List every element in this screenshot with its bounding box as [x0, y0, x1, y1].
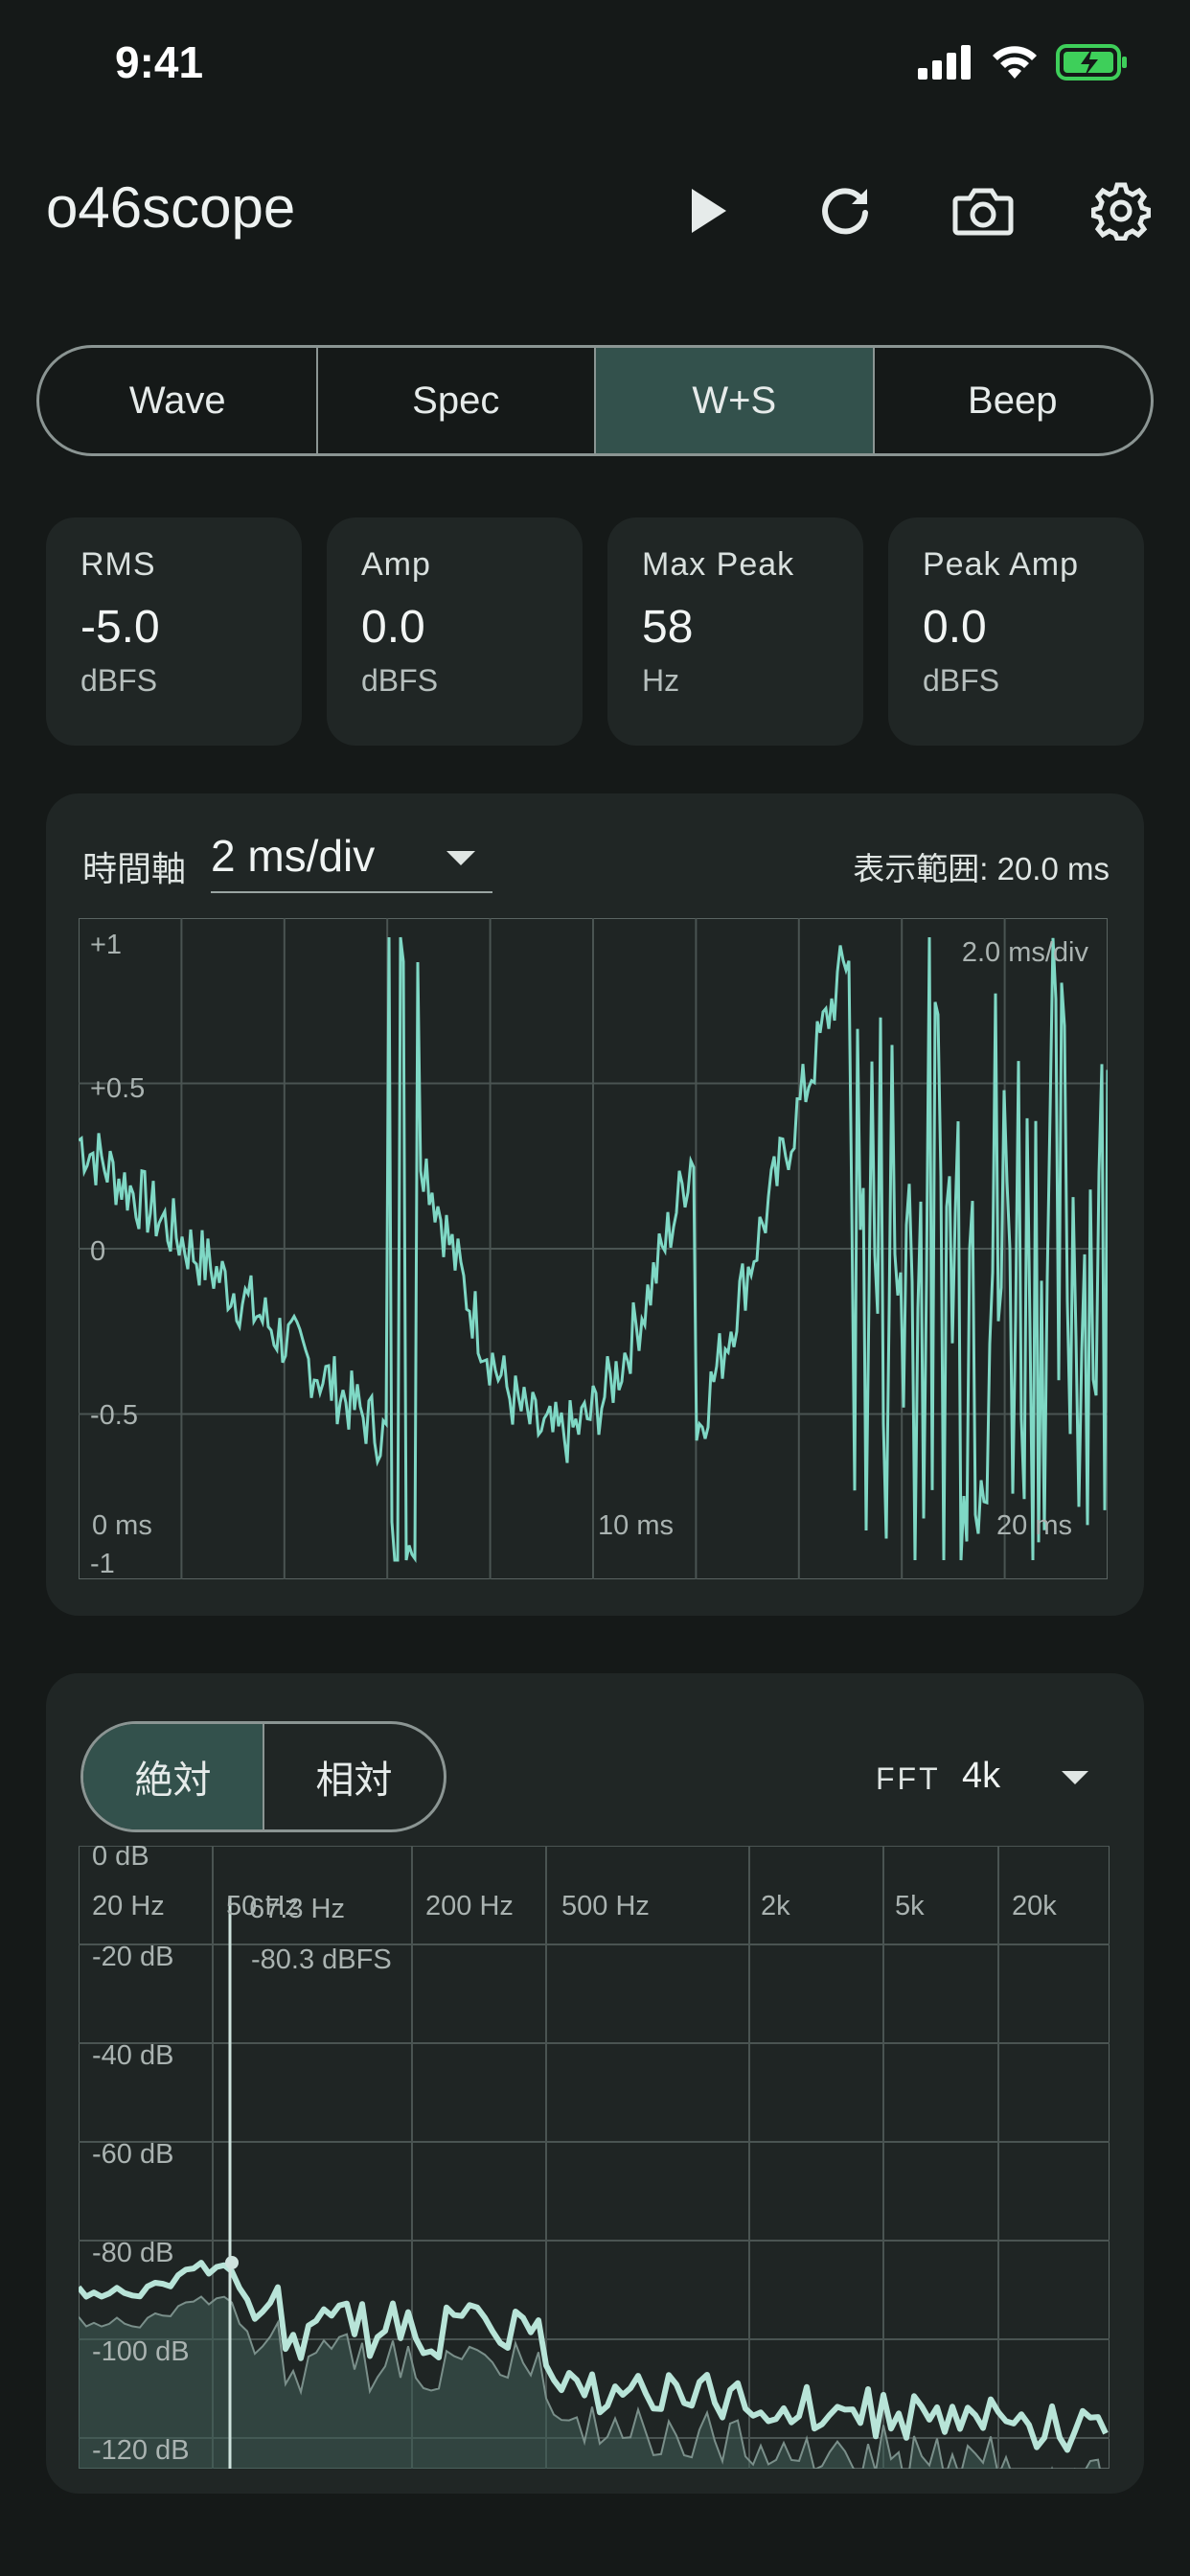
display-range-label: 表示範囲: 20.0 ms [853, 851, 1110, 886]
freq-tick-label: 200 Hz [425, 1891, 514, 1921]
freq-tick-label: 20 Hz [92, 1891, 165, 1921]
status-time: 9:41 [115, 37, 204, 87]
wifi-icon [993, 46, 1037, 79]
battery-charging-icon [1056, 44, 1127, 80]
y-tick-label: 0 [90, 1236, 105, 1267]
stat-label: Max Peak [642, 546, 795, 583]
fft-size-select[interactable]: FFT 4k [876, 1750, 1096, 1807]
stat-value: 58 [642, 602, 694, 653]
x-tick-label: 10 ms [598, 1510, 674, 1541]
cellular-signal-icon [918, 45, 971, 80]
mode-absolute[interactable]: 絶対 [83, 1724, 264, 1829]
db-tick-label: -100 dB [92, 2336, 190, 2367]
freq-tick-label: 20k [1012, 1891, 1057, 1921]
time-div-select[interactable]: 2 ms/div [211, 830, 492, 893]
waveform-card: 時間軸 2 ms/div 表示範囲: 20.0 ms +1 +0.5 0 -0.… [46, 794, 1144, 1616]
dropdown-arrow-icon [446, 851, 475, 865]
mode-relative[interactable]: 相対 [264, 1724, 444, 1829]
screenshot-button[interactable] [943, 171, 1023, 251]
settings-button[interactable] [1081, 171, 1161, 251]
play-button[interactable] [669, 171, 749, 251]
db-tick-label: -60 dB [92, 2139, 173, 2170]
stat-card-rms: RMS -5.0 dBFS [46, 518, 302, 746]
status-icons [918, 44, 1129, 80]
cursor-level-readout: -80.3 dBFS [251, 1944, 392, 1975]
cursor-marker [225, 2256, 239, 2269]
tab-wave-spec[interactable]: W+S [594, 348, 873, 453]
time-axis-label: 時間軸 [82, 849, 187, 888]
app-header: o46scope [0, 153, 1190, 268]
tab-wave[interactable]: Wave [39, 348, 316, 453]
play-icon [692, 189, 726, 233]
cursor-freq-readout: 67.3 Hz [249, 1894, 345, 1924]
view-mode-tabs: Wave Spec W+S Beep [36, 345, 1154, 456]
waveform-plot[interactable]: +1 +0.5 0 -0.5 -1 0 ms 10 ms 20 ms 2.0 m… [79, 918, 1108, 1579]
y-tick-label: +0.5 [90, 1073, 145, 1104]
stat-label: RMS [80, 546, 156, 583]
stat-unit: Hz [642, 663, 680, 698]
db-tick-label: 0 dB [92, 1846, 149, 1872]
app-title: o46scope [46, 175, 296, 240]
freq-tick-label: 5k [895, 1891, 925, 1921]
gear-icon [1091, 182, 1151, 241]
tab-spec[interactable]: Spec [315, 348, 595, 453]
div-label: 2.0 ms/div [962, 937, 1089, 968]
stat-value: 0.0 [923, 602, 987, 653]
stat-label: Amp [361, 546, 431, 583]
stats-row: RMS -5.0 dBFS Amp 0.0 dBFS Max Peak 58 H… [46, 518, 1144, 746]
spectrum-plot[interactable]: 0 dB -20 dB -40 dB -60 dB -80 dB -100 dB… [79, 1846, 1110, 2469]
db-tick-label: -80 dB [92, 2238, 173, 2268]
camera-icon [952, 188, 1014, 236]
stat-card-max-peak: Max Peak 58 Hz [607, 518, 863, 746]
spectrum-card: 絶対 相対 FFT 4k 0 dB -20 dB -40 dB -60 dB -… [46, 1673, 1144, 2494]
stat-unit: dBFS [80, 663, 158, 698]
x-tick-label: 20 ms [996, 1510, 1072, 1541]
y-tick-label: -0.5 [90, 1400, 138, 1431]
stat-value: 0.0 [361, 602, 425, 653]
time-div-value: 2 ms/div [211, 831, 376, 881]
x-tick-label: 0 ms [92, 1510, 152, 1541]
db-tick-label: -20 dB [92, 1942, 173, 1972]
spectrum-mode-toggle: 絶対 相対 [80, 1721, 446, 1832]
stat-card-amp: Amp 0.0 dBFS [327, 518, 583, 746]
fft-value: 4k [962, 1756, 1001, 1796]
db-tick-label: -40 dB [92, 2040, 173, 2071]
tab-beep[interactable]: Beep [872, 348, 1152, 453]
stat-card-peak-amp: Peak Amp 0.0 dBFS [888, 518, 1144, 746]
stat-unit: dBFS [923, 663, 1000, 698]
fft-label: FFT [876, 1761, 941, 1796]
stat-unit: dBFS [361, 663, 439, 698]
db-tick-label: -120 dB [92, 2435, 190, 2466]
freq-tick-label: 500 Hz [561, 1891, 650, 1921]
refresh-button[interactable] [805, 171, 885, 251]
refresh-icon [822, 188, 868, 235]
dropdown-arrow-icon [1062, 1771, 1088, 1784]
stat-label: Peak Amp [923, 546, 1079, 583]
y-tick-label: -1 [90, 1549, 115, 1579]
freq-tick-label: 2k [761, 1891, 790, 1921]
status-bar: 9:41 [0, 0, 1190, 134]
y-tick-label: +1 [90, 930, 122, 960]
stat-value: -5.0 [80, 602, 160, 653]
